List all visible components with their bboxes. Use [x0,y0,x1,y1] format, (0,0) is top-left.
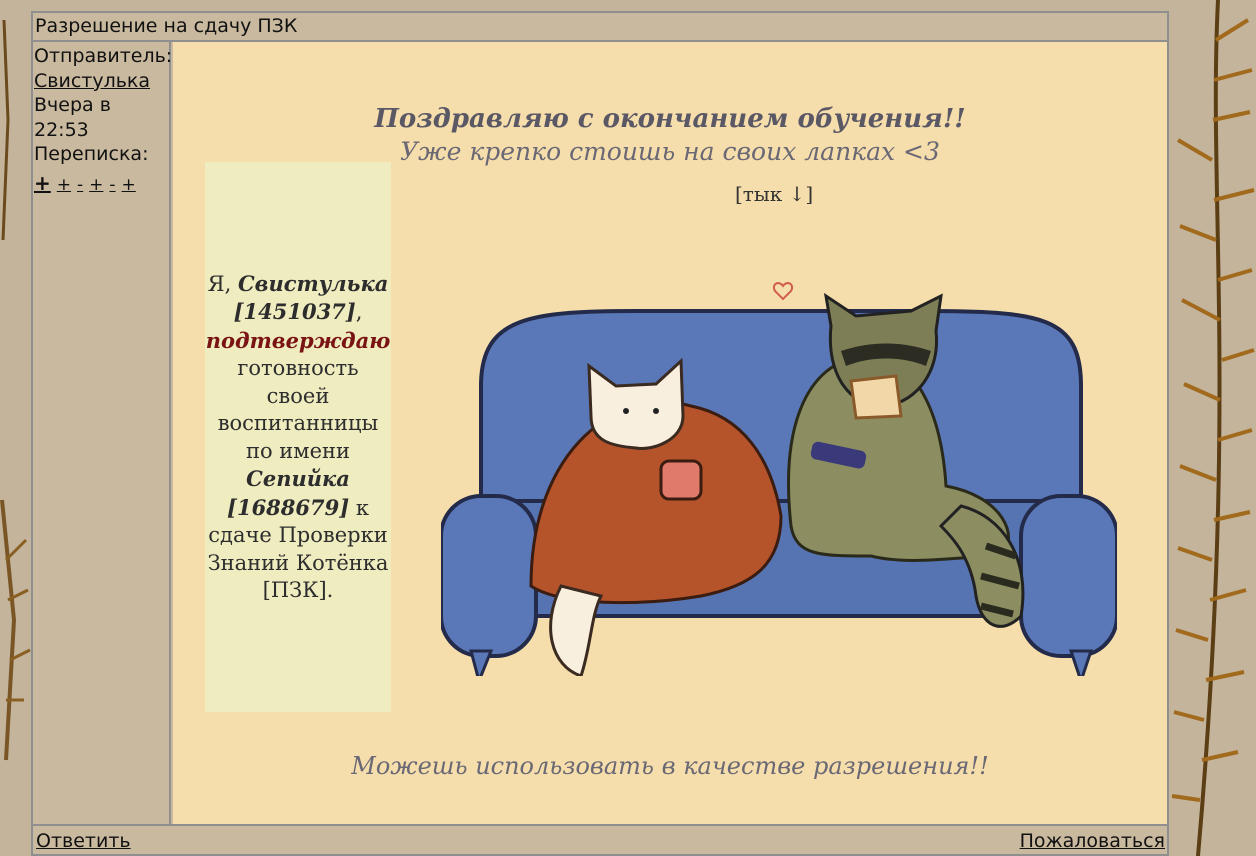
thread-nav-link[interactable]: - [77,175,83,195]
branch-decoration-right [1171,0,1255,856]
report-link[interactable]: Пожаловаться [1020,826,1165,856]
thread-nav-link[interactable]: + [57,175,71,195]
branch-decoration-left [0,19,31,761]
congratulation-heading: Поздравляю с окончанием обучения!! [374,104,966,134]
thread-nav-link[interactable]: + [34,171,51,195]
cats-on-sofa-illustration [441,282,1117,676]
poke-link[interactable]: [тык ↓] [735,182,813,206]
thread-navigation: + + - + - + [34,171,169,198]
footer-note: Можешь использовать в качестве разрешени… [351,752,989,780]
date-line-1: Вчера в [34,94,111,117]
message-subject: Разрешение на сдачу ПЗК [33,13,1167,42]
thread-nav-link[interactable]: + [89,175,103,195]
message-sidebar: Отправитель: Свистулька Вчера в 22:53 Пе… [33,42,173,824]
sender-label: Отправитель: [34,45,173,67]
thread-nav-link[interactable]: - [109,175,115,195]
reply-link[interactable]: Ответить [36,826,131,856]
message-actions: Ответить Пожаловаться [33,824,1167,856]
date-line-2: 22:53 [34,118,89,141]
confirmation-box: Я, Свистулька [1451037], подтверждаю гот… [205,162,391,712]
confirmation-text: Я, Свистулька [1451037], подтверждаю гот… [205,270,391,603]
sender-name: Свистулька [1451037] [233,270,389,325]
message-frame: Разрешение на сдачу ПЗК Отправитель: Сви… [31,11,1169,856]
sender-link[interactable]: Свистулька [34,70,150,92]
thread-nav-link[interactable]: + [122,175,136,195]
message-body: Поздравляю с окончанием обучения!! Уже к… [173,42,1167,824]
confirm-verb: подтверждаю [205,327,391,353]
student-name: Сепийка [1688679] [227,466,350,520]
thread-label: Переписка: [34,143,149,166]
